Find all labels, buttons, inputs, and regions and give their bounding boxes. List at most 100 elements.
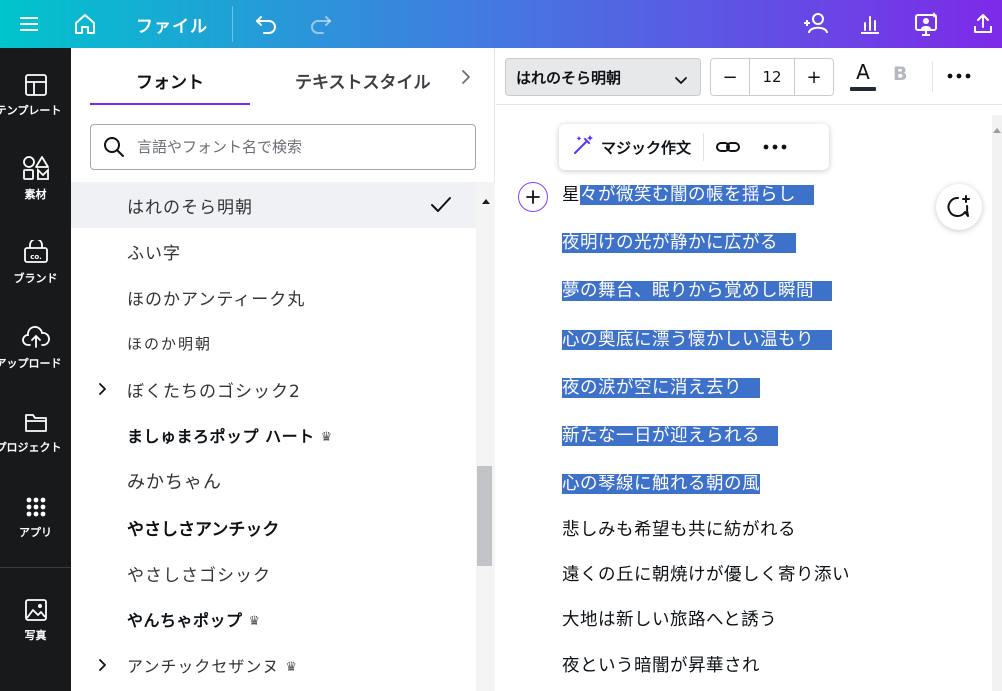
rail-item-photos[interactable]: 写真: [0, 593, 71, 663]
magic-wand-icon: [571, 133, 601, 161]
poem-line[interactable]: 悲しみも希望も共に紡がれる: [562, 516, 796, 544]
chevron-right-icon[interactable]: [459, 68, 473, 90]
undo-icon[interactable]: [250, 0, 282, 48]
rail-item-uploads[interactable]: アップロード: [0, 321, 71, 391]
text-color-button[interactable]: A: [848, 60, 878, 94]
file-menu-button[interactable]: ファイル: [132, 0, 212, 48]
checkmark-icon: [429, 194, 453, 220]
tab-text-styles[interactable]: テキストスタイル: [295, 68, 431, 93]
font-size-value[interactable]: 12: [749, 59, 795, 95]
poem-line[interactable]: 新たな一日が迎えられる: [562, 422, 778, 450]
elements-icon: [22, 152, 49, 180]
font-list: はれのそら明朝 ふい字 ほのかアンティーク丸 ほのか明朝 ぼくたちのゴシック2 …: [71, 182, 476, 691]
redo-icon[interactable]: [305, 0, 337, 48]
poem-line[interactable]: 遠くの丘に朝焼けが優しく寄り添い: [562, 561, 850, 589]
svg-text:co.: co.: [30, 253, 42, 261]
floating-text-toolbar: マジック作文: [559, 124, 829, 170]
poem-line-selected: 々が微笑む闇の帳を揺らし: [580, 185, 814, 205]
upload-icon: [21, 321, 50, 349]
template-icon: [24, 68, 47, 96]
rail-divider: [0, 567, 71, 568]
poem-line-first-char: 星: [562, 185, 580, 205]
folder-icon: [24, 405, 48, 433]
crown-icon: ♛: [320, 430, 333, 445]
scrollbar-thumb[interactable]: [477, 466, 492, 566]
add-collaborator-icon[interactable]: [798, 0, 834, 48]
more-options-icon[interactable]: [946, 66, 972, 90]
font-item[interactable]: やさしさゴシック: [71, 550, 476, 596]
decrease-font-size-button[interactable]: −: [711, 59, 749, 95]
rail-item-elements[interactable]: 素材: [0, 152, 71, 222]
font-item[interactable]: やんちゃポップ ♛: [71, 596, 476, 642]
chevron-right-icon[interactable]: [97, 657, 109, 677]
poem-line[interactable]: 夜という暗闇が昇華され: [562, 652, 760, 680]
scroll-up-arrow-icon[interactable]: [993, 119, 1001, 138]
font-item-name: アンチックセザンヌ: [127, 657, 280, 676]
apps-icon: [25, 490, 47, 518]
magic-write-button[interactable]: マジック作文: [559, 124, 691, 170]
insights-icon[interactable]: [852, 0, 888, 48]
text-color-letter: A: [856, 60, 870, 84]
search-icon: [91, 136, 137, 158]
chevron-down-icon: [674, 72, 688, 90]
font-list-scrollbar[interactable]: [476, 182, 495, 691]
scroll-up-arrow-icon[interactable]: [481, 190, 491, 209]
active-tab-indicator: [90, 103, 250, 105]
font-search-input[interactable]: [137, 138, 457, 156]
brand-icon: co.: [23, 236, 49, 264]
font-item[interactable]: ぼくたちのゴシック2: [71, 366, 476, 412]
more-options-icon[interactable]: [752, 137, 798, 157]
font-item-name: ふい字: [127, 243, 181, 264]
present-icon[interactable]: [908, 0, 944, 48]
poem-line[interactable]: 夜明けの光が静かに広がる: [562, 229, 796, 257]
hamburger-icon[interactable]: [10, 0, 48, 48]
font-family-dropdown[interactable]: はれのそら明朝: [505, 58, 701, 96]
poem-line-selected: 心の琴線に触れる朝の風: [562, 474, 760, 494]
font-item[interactable]: アンチックセザンヌ ♛: [71, 642, 476, 688]
font-search-box: [90, 124, 476, 170]
add-comment-icon[interactable]: [936, 184, 982, 230]
bold-button[interactable]: B: [893, 63, 907, 85]
text-color-swatch: [850, 87, 876, 91]
font-item[interactable]: やさしさアンチック: [71, 504, 476, 550]
font-item-name: ほのかアンティーク丸: [127, 289, 306, 310]
poem-line[interactable]: 夜の涙が空に消え去り: [562, 374, 760, 402]
crown-icon: ♛: [248, 614, 261, 629]
link-icon[interactable]: [704, 138, 752, 156]
font-item[interactable]: ほのかアンティーク丸: [71, 274, 476, 320]
poem-line[interactable]: 大地は新しい旅路へと誘う: [562, 606, 777, 634]
chevron-right-icon[interactable]: [97, 381, 109, 401]
font-item[interactable]: ふい字: [71, 228, 476, 274]
top-bar: ファイル: [0, 0, 1002, 48]
poem-line[interactable]: 星々が微笑む闇の帳を揺らし: [562, 181, 814, 209]
font-item[interactable]: ほのか明朝: [71, 320, 476, 366]
poem-line[interactable]: 心の奥底に漂う懐かしい温もり: [562, 326, 832, 354]
tab-fonts[interactable]: フォント: [136, 68, 204, 93]
home-icon[interactable]: [66, 0, 104, 48]
font-item[interactable]: ましゅまろポップ ハート ♛: [71, 412, 476, 458]
font-item-name: やさしさゴシック: [127, 565, 271, 586]
font-item[interactable]: みかちゃん: [71, 458, 476, 504]
rail-item-templates[interactable]: テンプレート: [0, 68, 71, 138]
toolbar-divider: [932, 62, 933, 92]
font-size-stepper: − 12 +: [710, 58, 834, 96]
increase-font-size-button[interactable]: +: [795, 59, 833, 95]
crown-icon: ♛: [285, 660, 299, 675]
poem-line[interactable]: 心の琴線に触れる朝の風: [562, 470, 760, 498]
design-canvas: マジック作文 星々が微笑む闇の帳を揺らし 夜明けの光が静かに広がる 夢の舞台、眠…: [496, 106, 1002, 691]
rail-item-projects[interactable]: プロジェクト: [0, 405, 71, 475]
poem-line-selected: 夢の舞台、眠りから覚めし瞬間: [562, 281, 832, 301]
text-toolbar: はれのそら明朝 − 12 + A B: [496, 48, 1002, 105]
font-item[interactable]: はれのそら明朝: [71, 182, 476, 228]
font-panel: フォント テキストスタイル はれのそら明朝 ふい字 ほのかアンティーク丸 ほのか…: [71, 48, 495, 691]
share-upload-icon[interactable]: [965, 0, 1001, 48]
add-element-plus-icon[interactable]: [518, 182, 548, 212]
font-item-name: ましゅまろポップ ハート: [127, 427, 315, 446]
rail-item-apps[interactable]: アプリ: [0, 490, 71, 560]
font-item-name: はれのそら明朝: [127, 197, 253, 218]
canvas-scrollbar[interactable]: [992, 115, 1002, 691]
magic-write-label: マジック作文: [601, 138, 692, 157]
poem-line[interactable]: 夢の舞台、眠りから覚めし瞬間: [562, 277, 832, 305]
font-item-name: ぼくたちのゴシック2: [127, 381, 301, 402]
rail-item-brand[interactable]: co. ブランド: [0, 236, 71, 306]
